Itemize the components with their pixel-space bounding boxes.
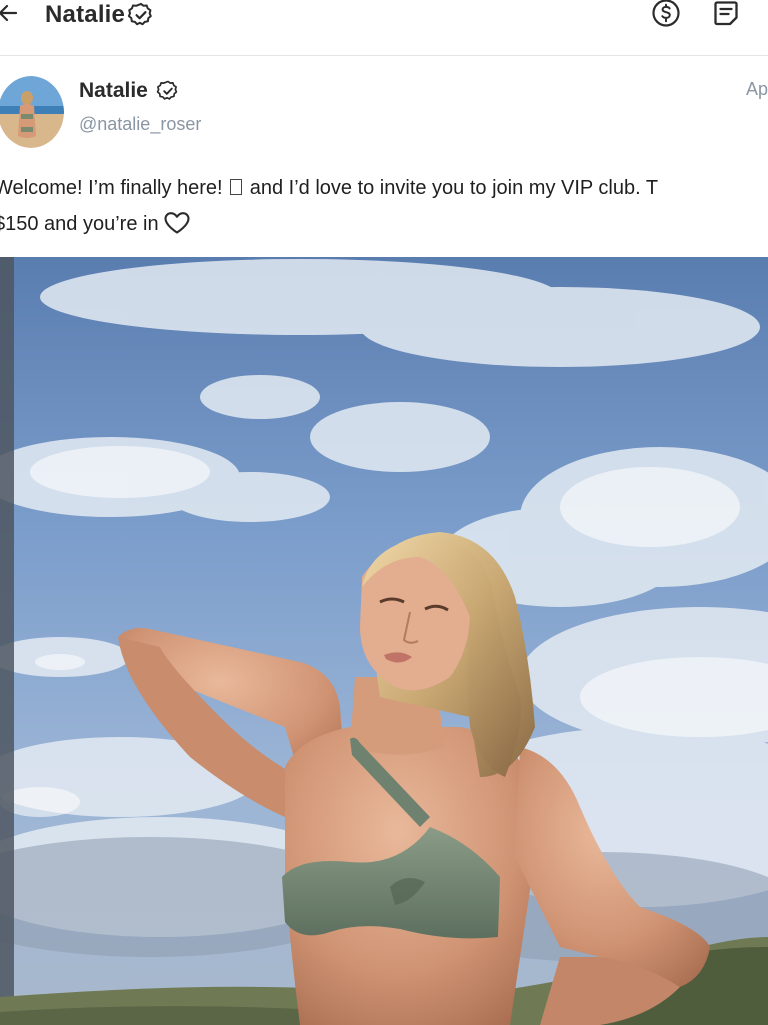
author-handle[interactable]: @natalie_roser <box>79 114 201 135</box>
post-date: Ap <box>746 79 768 99</box>
notes-button[interactable] <box>710 0 742 30</box>
top-header: Natalie <box>0 0 768 56</box>
header-title-text: Natalie <box>45 1 126 28</box>
arrow-left-icon <box>0 1 20 30</box>
verified-badge-icon <box>127 1 155 29</box>
missing-emoji-glyph <box>230 179 243 195</box>
author-name[interactable]: Natalie <box>79 76 180 106</box>
post-photo[interactable] <box>0 257 768 1025</box>
note-icon <box>711 0 741 33</box>
post-text: Welcome! I’m finally here! and I’d love … <box>0 170 768 242</box>
page: Natalie Natalie @natalie_roser Ap Welcom… <box>0 0 768 1025</box>
post-text-line-1: Welcome! I’m finally here! and I’d love … <box>0 170 768 206</box>
header-title: Natalie <box>45 0 155 30</box>
verified-badge-icon <box>156 79 180 103</box>
post-text-line-1-part-1: Welcome! I’m finally here! <box>0 177 223 199</box>
post-text-line-2: $150 and you’re in <box>0 206 768 242</box>
back-button[interactable] <box>0 0 22 30</box>
dollar-circle-icon <box>651 0 681 33</box>
tip-button[interactable] <box>650 0 682 30</box>
heart-outline-icon[interactable] <box>163 211 191 235</box>
post-text-line-1-part-2: and I’d love to invite you to join my VI… <box>249 177 659 199</box>
author-name-text: Natalie <box>79 79 148 102</box>
post-text-line-2-text: $150 and you’re in <box>0 213 159 235</box>
avatar[interactable] <box>0 76 64 148</box>
